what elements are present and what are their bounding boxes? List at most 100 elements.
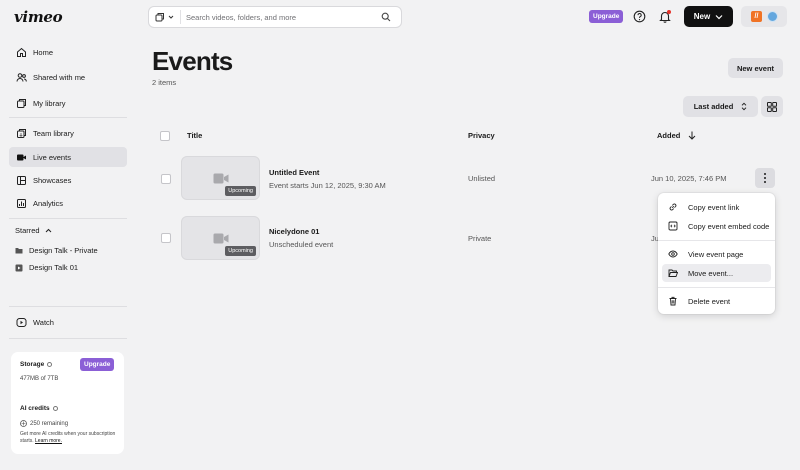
event-context-menu: Copy event link Copy event embed code Vi…: [658, 193, 775, 314]
credit-icon: [20, 420, 27, 427]
showcase-icon: [17, 175, 26, 185]
sort-dropdown[interactable]: Last added: [683, 96, 758, 117]
sidebar-item-shared[interactable]: Shared with me: [9, 67, 127, 87]
starred-item-design-talk-01[interactable]: Design Talk 01: [15, 263, 78, 272]
notification-badge: [667, 10, 671, 14]
sort-chevrons-icon: [741, 102, 747, 111]
embed-icon: [668, 221, 678, 231]
grid-view-button[interactable]: [761, 96, 783, 117]
storage-usage: 477MB of 7TB: [20, 376, 59, 382]
event-added-date: Jun 10, 2025, 7:46 PM: [651, 174, 727, 183]
team-logo-icon: //: [751, 11, 762, 22]
sidebar-item-showcases[interactable]: Showcases: [9, 170, 127, 190]
dot: [764, 180, 766, 183]
sidebar-item-watch[interactable]: Watch: [9, 312, 127, 332]
video-camera-icon: [213, 173, 229, 184]
camera-icon: [17, 154, 26, 160]
sidebar-divider: [9, 338, 127, 339]
vimeo-logo[interactable]: vimeo: [14, 8, 63, 26]
learn-more-link[interactable]: Learn more.: [35, 438, 62, 444]
storage-card: Storage Upgrade 477MB of 7TB AI credits …: [11, 352, 124, 454]
info-icon[interactable]: [47, 362, 53, 367]
sidebar-item-team-library[interactable]: Team library: [9, 123, 127, 143]
event-thumbnail[interactable]: Upcoming: [181, 216, 260, 260]
sidebar-divider: [9, 218, 127, 219]
column-header-privacy[interactable]: Privacy: [468, 131, 495, 140]
sidebar-item-label: Team library: [33, 128, 74, 138]
team-library-icon: [17, 128, 26, 138]
more-options-button[interactable]: [755, 168, 775, 188]
menu-item-label: Delete event: [688, 296, 731, 306]
event-thumbnail[interactable]: Upcoming: [181, 156, 260, 200]
folder-open-icon: [668, 269, 678, 277]
sidebar-item-label: Shared with me: [33, 72, 86, 82]
sidebar-item-my-library[interactable]: My library: [9, 93, 127, 113]
library-icon: [17, 98, 26, 108]
sidebar-item-home[interactable]: Home: [9, 42, 127, 62]
row-checkbox[interactable]: [161, 233, 171, 243]
sidebar-item-analytics[interactable]: Analytics: [9, 193, 127, 213]
menu-item-copy-embed[interactable]: Copy event embed code: [662, 217, 771, 235]
analytics-icon: [17, 198, 26, 208]
link-icon: [669, 203, 677, 211]
storage-upgrade-button[interactable]: Upgrade: [80, 358, 115, 371]
new-event-button[interactable]: New event: [728, 58, 783, 78]
upcoming-badge: Upcoming: [225, 246, 256, 256]
arrow-down-icon: [688, 131, 696, 140]
new-button-label: New: [693, 12, 711, 21]
dot: [764, 177, 766, 179]
menu-item-delete-event[interactable]: Delete event: [662, 292, 771, 310]
home-icon: [17, 47, 26, 57]
ai-credits-remaining: 250 remaining: [20, 420, 68, 427]
search-divider: [180, 10, 181, 24]
event-privacy: Unlisted: [468, 174, 496, 183]
event-icon: [15, 264, 23, 271]
sidebar-item-label: My library: [33, 98, 66, 108]
menu-item-label: Copy event link: [688, 202, 740, 212]
help-icon[interactable]: [633, 10, 646, 23]
eye-icon: [668, 250, 678, 258]
starred-item-label: Design Talk 01: [29, 263, 79, 272]
chevron-down-icon: [168, 15, 174, 19]
column-header-title[interactable]: Title: [187, 131, 202, 140]
row-checkbox[interactable]: [161, 174, 171, 184]
menu-item-label: Move event...: [688, 268, 734, 278]
new-button[interactable]: New: [684, 6, 733, 27]
search-bar[interactable]: Search videos, folders, and more: [148, 6, 402, 28]
menu-item-move-event[interactable]: Move event...: [662, 264, 771, 282]
sidebar-item-label: Analytics: [33, 198, 64, 208]
starred-section-toggle[interactable]: Starred: [15, 226, 52, 235]
page-title: Events: [152, 46, 233, 76]
event-title[interactable]: Nicelydone 01: [269, 227, 319, 236]
search-input[interactable]: Search videos, folders, and more: [186, 13, 381, 22]
sidebar-item-label: Live events: [33, 152, 71, 162]
search-scope-dropdown[interactable]: [149, 7, 174, 27]
menu-divider: [658, 240, 775, 241]
dot: [764, 173, 766, 176]
upcoming-badge: Upcoming: [225, 186, 256, 196]
menu-item-label: View event page: [688, 249, 744, 259]
menu-item-view-page[interactable]: View event page: [662, 245, 771, 263]
column-header-added[interactable]: Added: [657, 131, 696, 140]
library-scope-icon: [155, 13, 164, 22]
event-subtitle: Event starts Jun 12, 2025, 9:30 AM: [269, 181, 386, 190]
event-privacy: Private: [468, 234, 492, 243]
info-icon[interactable]: [52, 406, 58, 411]
select-all-checkbox[interactable]: [160, 131, 170, 141]
ai-credits-label: AI credits: [20, 405, 58, 412]
sort-label: Last added: [693, 102, 734, 111]
search-icon[interactable]: [381, 12, 391, 22]
watch-icon: [16, 317, 27, 327]
event-title[interactable]: Untitled Event: [269, 168, 319, 177]
grid-icon: [767, 101, 777, 112]
trash-icon: [669, 296, 677, 306]
starred-item-label: Design Talk - Private: [29, 246, 98, 255]
sidebar-divider: [9, 117, 127, 118]
starred-item-design-talk-private[interactable]: Design Talk - Private: [15, 246, 98, 255]
menu-item-copy-link[interactable]: Copy event link: [662, 198, 771, 216]
sidebar-item-live-events[interactable]: Live events: [9, 147, 127, 167]
sidebar-item-label: Showcases: [33, 175, 72, 185]
upgrade-button[interactable]: Upgrade: [589, 10, 624, 23]
item-count: 2 items: [152, 78, 177, 87]
team-switcher[interactable]: //: [741, 6, 787, 27]
